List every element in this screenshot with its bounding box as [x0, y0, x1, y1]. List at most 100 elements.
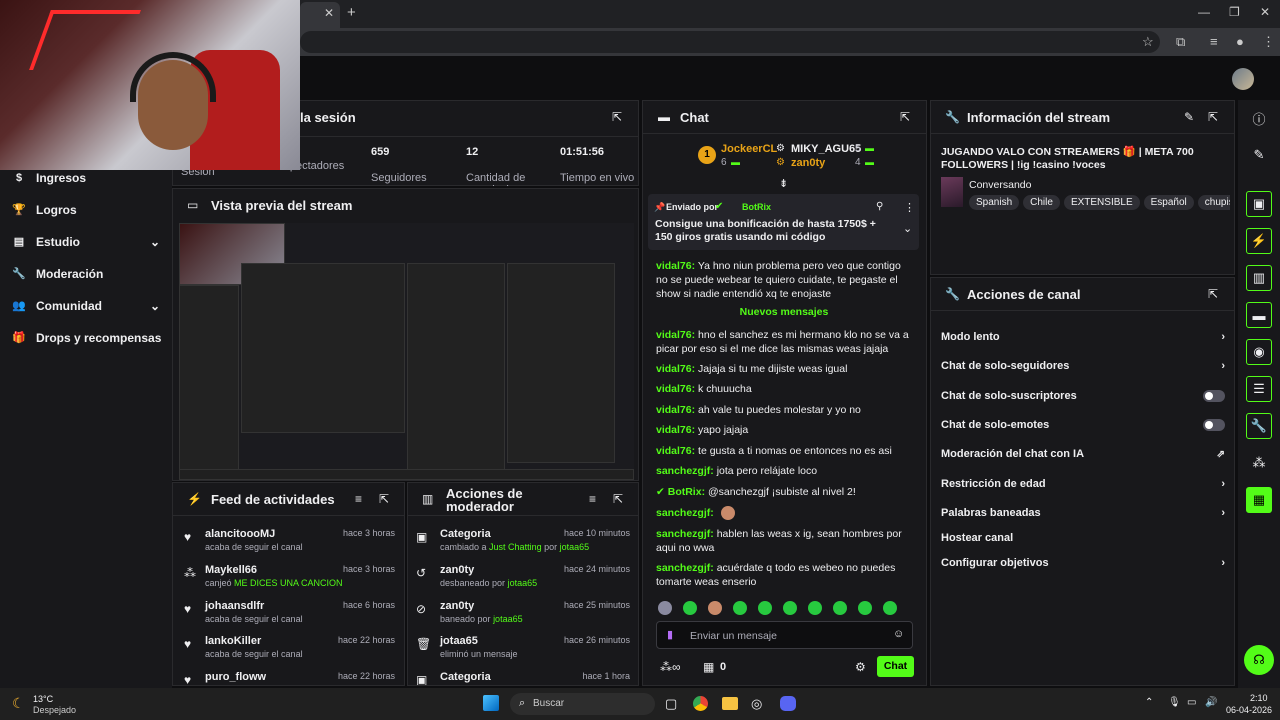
chat-message[interactable]: sanchezgjf: hablen las weas x ig, sean h…: [656, 527, 911, 555]
emote-icon[interactable]: [683, 601, 697, 615]
support-icon[interactable]: ☊: [1244, 645, 1274, 675]
settings-gear-icon[interactable]: ⚙: [855, 660, 866, 674]
minimize-icon[interactable]: —: [1198, 5, 1210, 19]
wrench-icon[interactable]: 🔧: [1246, 413, 1272, 439]
emote-icon[interactable]: [658, 601, 672, 615]
expand-icon[interactable]: ⇱: [1208, 110, 1218, 124]
emotes-only-toggle[interactable]: [1203, 419, 1225, 431]
action-age-restriction[interactable]: Restricción de edad ›: [941, 474, 1225, 494]
close-tab-icon[interactable]: ✕: [324, 6, 334, 20]
action-followers-only[interactable]: Chat de solo-seguidores ›: [941, 356, 1225, 376]
emote-icon[interactable]: [808, 601, 822, 615]
emote-icon[interactable]: [758, 601, 772, 615]
chat-message[interactable]: vidal76: Ya hno niun problema pero veo q…: [656, 259, 911, 301]
list-item[interactable]: ♥ johaansdlfr hace 6 horas acaba de seguir …: [184, 600, 399, 634]
extensions-icon[interactable]: ⧉: [1176, 34, 1185, 50]
expand-icon[interactable]: ⇱: [900, 110, 910, 124]
chat-message[interactable]: vidal76: ah vale tu puedes molestar y yo…: [656, 403, 911, 417]
broadcast-icon[interactable]: ◉: [1246, 339, 1272, 365]
list-item[interactable]: ▣ Categoria hace 1 hora: [416, 671, 634, 685]
chat-message[interactable]: sanchezgjf: acuérdate q todo es webeo no…: [656, 561, 911, 589]
action-ai-moderation[interactable]: Moderación del chat con IA ⇗: [941, 444, 1225, 464]
send-chat-button[interactable]: Chat: [877, 656, 914, 677]
media-icon[interactable]: ≡: [1210, 34, 1218, 49]
extension-icon[interactable]: ▦: [1246, 487, 1272, 513]
chat-message[interactable]: vidal76: Jajaja si tu me dijiste weas ig…: [656, 362, 911, 376]
emoji-icon[interactable]: ☺: [893, 628, 904, 640]
emote-icon[interactable]: [783, 601, 797, 615]
list-item[interactable]: ♥ alancitoooMJ hace 3 horas acaba de seguir…: [184, 528, 399, 562]
chat-message[interactable]: sanchezgjf:: [656, 506, 911, 521]
expand-icon[interactable]: ⇱: [1208, 287, 1218, 301]
action-host-channel[interactable]: Hostear canal: [941, 528, 1225, 548]
sidebar-item-estudio[interactable]: ▤ Estudio ⌄: [12, 232, 160, 252]
points-icon[interactable]: ⁂∞: [660, 660, 681, 674]
collapse-icon[interactable]: ⇟: [779, 177, 788, 190]
mic-icon[interactable]: 🎙: [1168, 697, 1181, 708]
url-field[interactable]: [300, 31, 1160, 53]
sidebar-item-moderacion[interactable]: 🔧 Moderación: [12, 264, 103, 284]
list-item[interactable]: ♥ lankoKiller hace 22 horas acaba de seguir…: [184, 635, 399, 669]
info-icon[interactable]: ⓘ: [1246, 105, 1272, 131]
chevron-down-icon[interactable]: ⌄: [903, 222, 912, 235]
emote-icon[interactable]: [708, 601, 722, 615]
layout-icon[interactable]: ☰: [1246, 376, 1272, 402]
clock-date[interactable]: 06-04-2026: [1226, 705, 1272, 715]
edit-icon[interactable]: ✎: [1246, 142, 1272, 168]
browser-tab[interactable]: ✕: [300, 2, 340, 28]
tag[interactable]: EXTENSIBLE: [1063, 195, 1140, 210]
app-icon[interactable]: ◎: [751, 696, 762, 712]
stream-preview[interactable]: [179, 223, 634, 480]
volume-icon[interactable]: 🔊: [1205, 697, 1217, 708]
close-window-icon[interactable]: ✕: [1260, 5, 1270, 19]
chat-message[interactable]: ✔ BotRix: @sanchezgjf ¡subiste al nivel …: [656, 485, 911, 499]
subscribers-only-toggle[interactable]: [1203, 390, 1225, 402]
expand-icon[interactable]: ⇱: [613, 492, 623, 506]
points-icon[interactable]: ⁂: [1246, 450, 1272, 476]
list-item[interactable]: 🗑 jotaa65 hace 26 minutos eliminó un mensaj…: [416, 635, 634, 669]
emote-icon[interactable]: [858, 601, 872, 615]
sidebar-item-logros[interactable]: 🏆 Logros: [12, 200, 77, 220]
document-icon[interactable]: ▥: [1246, 265, 1272, 291]
action-set-goals[interactable]: Configurar objetivos ›: [941, 553, 1225, 573]
chat-icon[interactable]: ▬: [1246, 302, 1272, 328]
unpin-icon[interactable]: ⚲: [876, 201, 883, 212]
emote-icon[interactable]: [733, 601, 747, 615]
avatar[interactable]: [1232, 68, 1254, 90]
chat-message[interactable]: vidal76: yapo jajaja: [656, 423, 911, 437]
bolt-icon[interactable]: ⚡: [1246, 228, 1272, 254]
tag[interactable]: Español: [1143, 195, 1194, 210]
chrome-icon[interactable]: [693, 696, 708, 711]
clock-time[interactable]: 2:10: [1250, 693, 1268, 703]
expand-icon[interactable]: ⇱: [612, 110, 622, 124]
list-item[interactable]: ⁂ Maykell66 hace 3 horas canjeó ME DICES UN…: [184, 564, 399, 598]
star-icon[interactable]: ☆: [1142, 34, 1154, 50]
store-icon[interactable]: ▦: [703, 660, 714, 674]
list-item[interactable]: ▣ Categoria hace 10 minutos cambiado a Just…: [416, 528, 634, 562]
clip-icon[interactable]: ▣: [1246, 191, 1272, 217]
chat-message[interactable]: vidal76: hno el sanchez es mi hermano kl…: [656, 328, 911, 356]
sidebar-item-comunidad[interactable]: 👥 Comunidad ⌄: [12, 296, 160, 316]
chat-message[interactable]: vidal76: k chuuucha: [656, 382, 911, 396]
filter-icon[interactable]: ≡: [589, 492, 596, 506]
chat-input[interactable]: ▮ Enviar un mensaje ☺: [656, 621, 913, 649]
sidebar-item-ingresos[interactable]: $ Ingresos: [12, 168, 86, 188]
chat-message[interactable]: sanchezgjf: jota pero relájate loco: [656, 464, 911, 478]
tag[interactable]: chupistr: [1197, 195, 1230, 210]
list-item[interactable]: ⊘ zan0ty hace 25 minutos baneado por jotaa6…: [416, 600, 634, 634]
maximize-icon[interactable]: ❐: [1229, 5, 1240, 19]
edit-icon[interactable]: ✎: [1184, 110, 1194, 124]
discord-icon[interactable]: [780, 696, 796, 711]
profile-icon[interactable]: ●: [1236, 34, 1244, 49]
list-item[interactable]: ♥ puro_floww hace 22 horas: [184, 671, 399, 685]
tag[interactable]: Spanish: [969, 195, 1020, 210]
windows-start-icon[interactable]: [483, 695, 499, 711]
menu-icon[interactable]: ⋮: [1262, 34, 1275, 50]
mic-icon[interactable]: ▮: [667, 628, 673, 641]
emote-icon[interactable]: [883, 601, 897, 615]
list-item[interactable]: ↺ zan0ty hace 24 minutos desbaneado por jot…: [416, 564, 634, 598]
kebab-icon[interactable]: ⋮: [904, 201, 915, 214]
pinned-message[interactable]: 📌 Enviado por ✔ BotRix ⚲ ⋮ Consigue una …: [648, 194, 919, 250]
folder-icon[interactable]: [722, 697, 738, 710]
taskbar-search[interactable]: ⌕ Buscar: [510, 693, 655, 715]
